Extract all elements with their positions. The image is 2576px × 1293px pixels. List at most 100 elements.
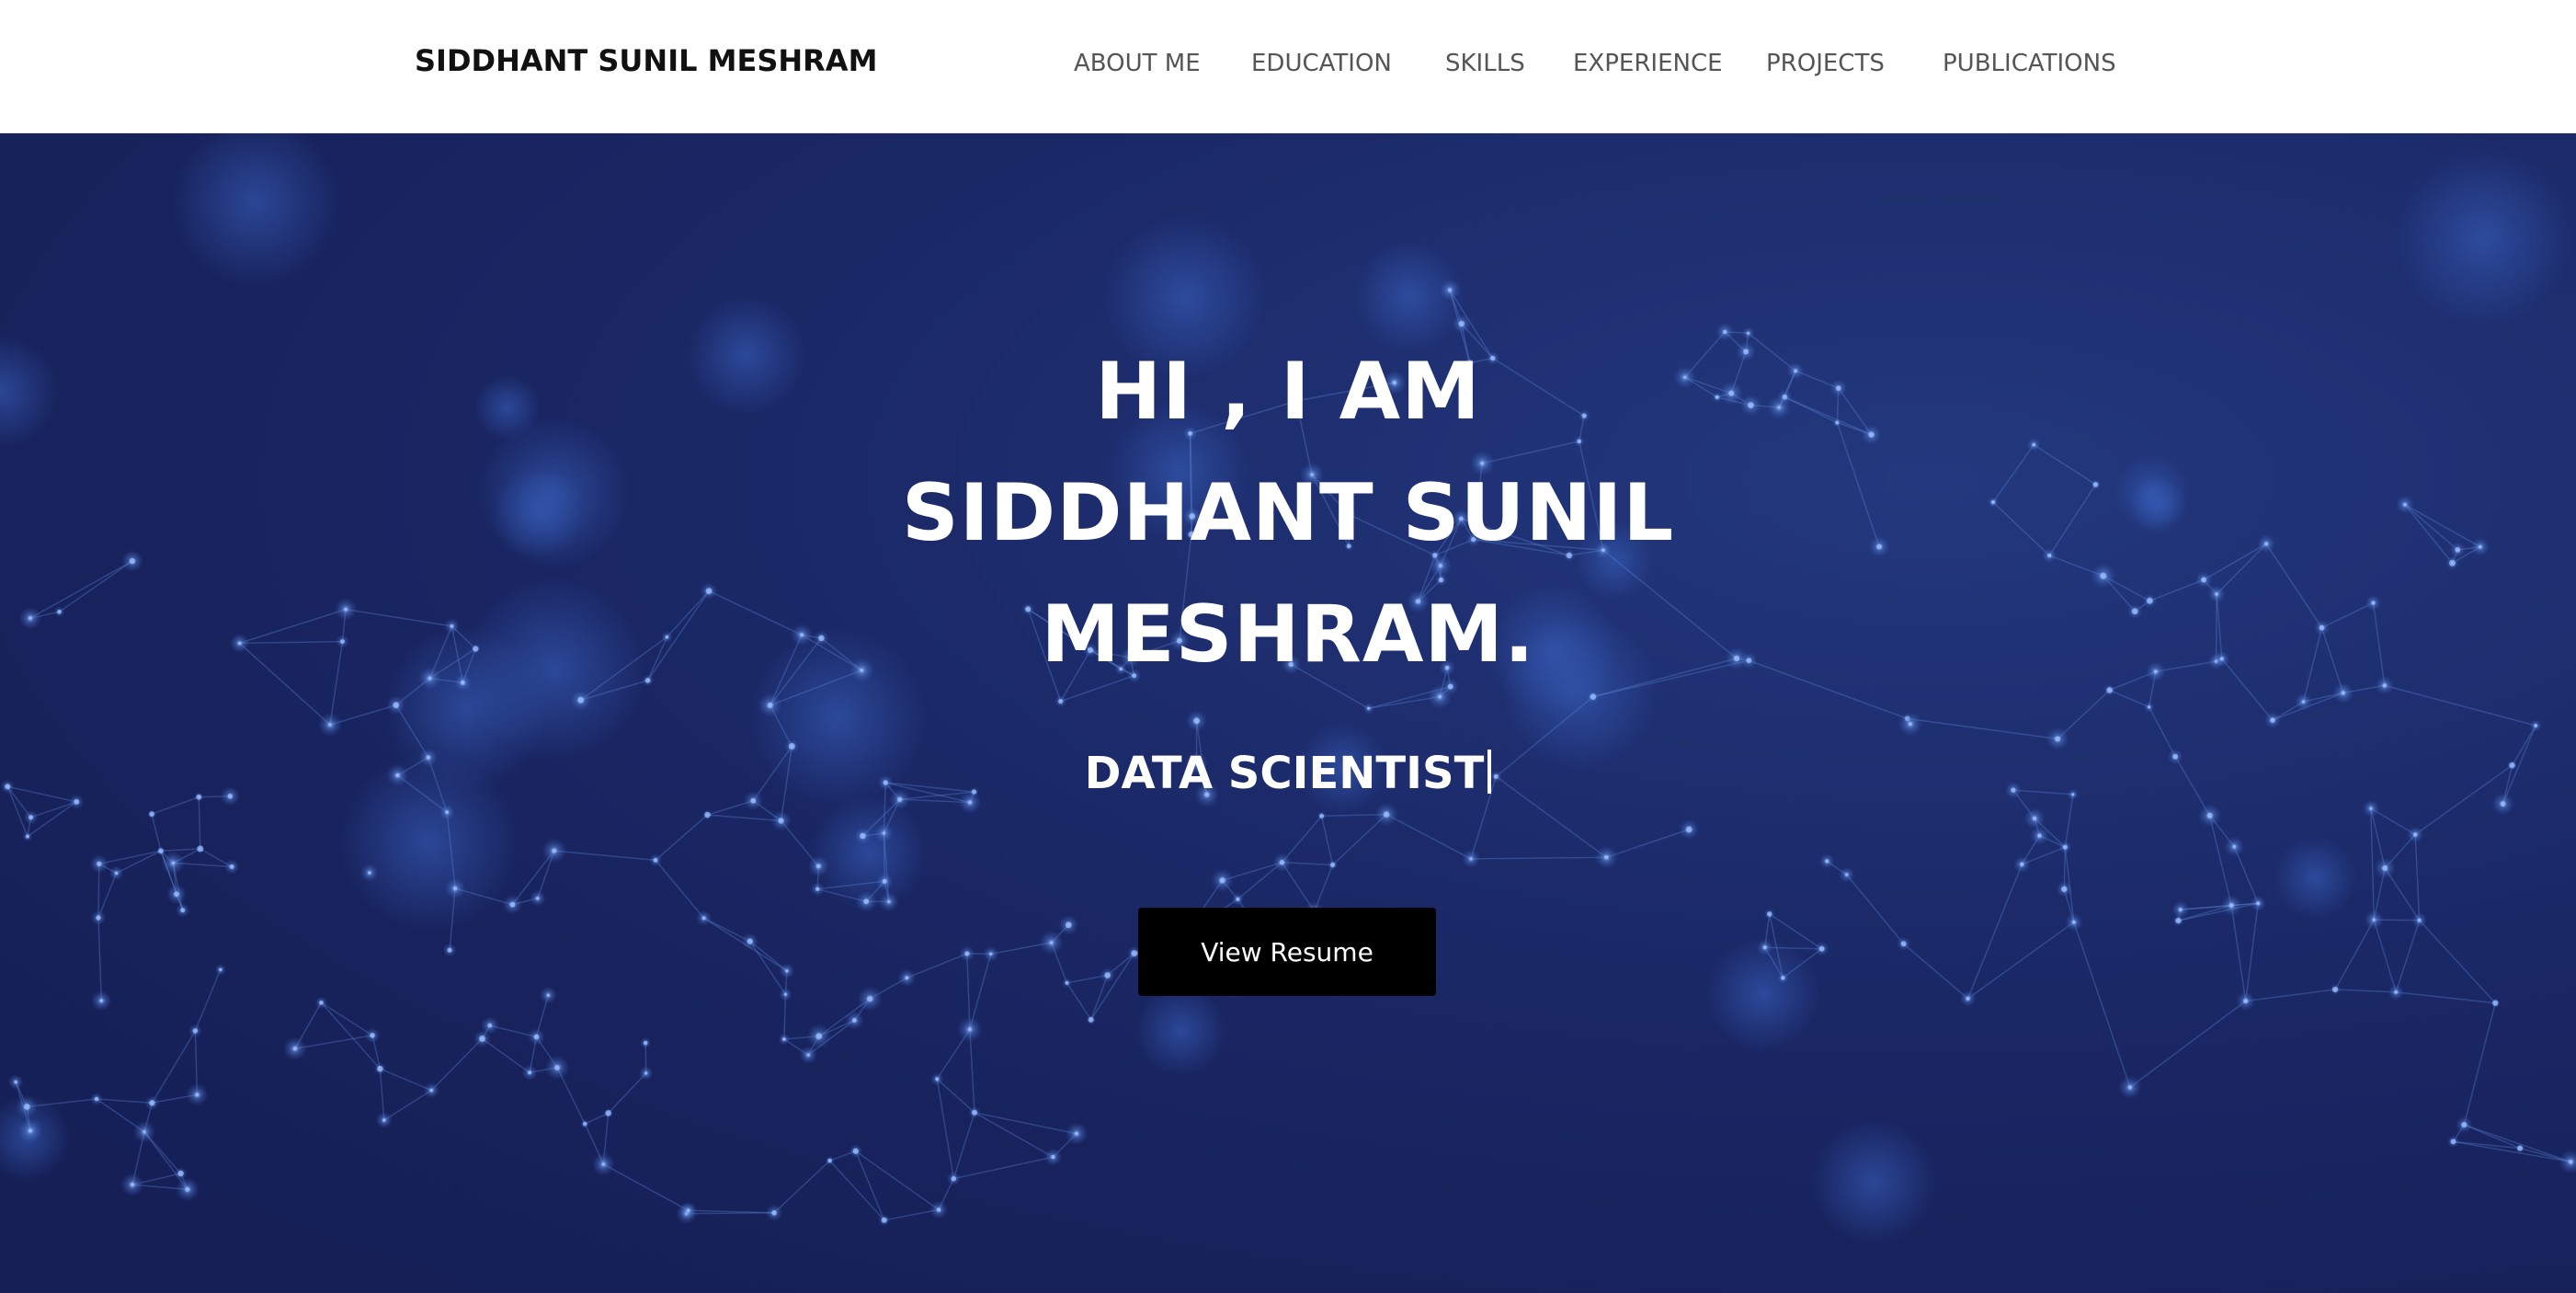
nav-item-projects[interactable]: PROJECTS bbox=[1766, 50, 1885, 77]
network-node-core bbox=[967, 800, 973, 805]
network-node-core bbox=[1319, 813, 1325, 818]
network-node-core bbox=[195, 1093, 199, 1097]
network-node-core bbox=[601, 1162, 606, 1166]
bokeh-light bbox=[1810, 1119, 1937, 1245]
network-link bbox=[936, 1079, 955, 1179]
network-link bbox=[2396, 991, 2496, 1004]
network-node-core bbox=[767, 703, 773, 708]
network-background-image bbox=[0, 133, 2576, 1245]
network-node-core bbox=[509, 901, 516, 908]
network-node-core bbox=[1329, 862, 1336, 868]
network-link bbox=[96, 1098, 153, 1104]
network-node-core bbox=[171, 861, 175, 865]
network-link bbox=[936, 1078, 975, 1114]
network-node-core bbox=[99, 999, 104, 1003]
network-link bbox=[2414, 834, 2421, 921]
network-node-core bbox=[1825, 859, 1829, 864]
network-node-core bbox=[180, 908, 186, 913]
network-link bbox=[2129, 1000, 2247, 1089]
network-link bbox=[2335, 989, 2397, 993]
network-link bbox=[1903, 943, 1969, 1000]
network-link bbox=[1470, 856, 1607, 860]
network-node-core bbox=[382, 1118, 386, 1122]
network-node-core bbox=[393, 702, 400, 709]
network-node-core bbox=[2372, 918, 2376, 921]
network-node-core bbox=[653, 857, 658, 863]
network-node-core bbox=[2569, 1160, 2573, 1164]
network-node-core bbox=[1193, 717, 1200, 725]
network-node-core bbox=[96, 915, 101, 921]
network-node-core bbox=[815, 864, 821, 869]
network-node-core bbox=[785, 969, 789, 973]
network-node bbox=[2559, 1150, 2576, 1174]
network-node-core bbox=[1685, 826, 1693, 833]
network-node-core bbox=[487, 1023, 493, 1028]
network-node-core bbox=[815, 887, 820, 891]
network-node-core bbox=[1604, 855, 1609, 860]
network-node-core bbox=[2228, 902, 2234, 909]
nav-item-experience[interactable]: EXPERIENCE bbox=[1573, 50, 1723, 77]
network-link bbox=[151, 795, 199, 815]
page: SIDDHANT SUNIL MESHRAM ABOUT ME EDUCATIO… bbox=[0, 0, 2576, 1293]
network-node-core bbox=[2301, 700, 2306, 704]
network-node-core bbox=[2382, 865, 2388, 871]
network-node-core bbox=[771, 1210, 777, 1216]
network-node-core bbox=[936, 1207, 941, 1212]
network-link bbox=[603, 1163, 689, 1211]
network-link bbox=[1320, 816, 1334, 865]
network-link bbox=[553, 850, 656, 862]
network-node-core bbox=[1469, 857, 1473, 861]
network-node-core bbox=[1383, 811, 1390, 818]
bokeh-light bbox=[2273, 836, 2357, 921]
network-link bbox=[2419, 920, 2496, 1004]
network-node-core bbox=[174, 891, 179, 898]
network-node-core bbox=[1818, 945, 1825, 952]
nav-item-education[interactable]: EDUCATION bbox=[1251, 50, 1392, 77]
network-link bbox=[829, 1160, 885, 1221]
network-node-core bbox=[130, 1182, 135, 1187]
hero-title: HI , I AM SIDDHANT SUNIL MESHRAM. bbox=[0, 331, 2576, 695]
network-node-core bbox=[1447, 288, 1453, 292]
network-link bbox=[1090, 953, 1135, 1021]
network-node-core bbox=[867, 995, 873, 1002]
nav-item-skills[interactable]: SKILLS bbox=[1445, 50, 1525, 77]
network-node-core bbox=[445, 810, 450, 815]
network-node-core bbox=[1065, 980, 1069, 985]
network-node-core bbox=[852, 1148, 859, 1154]
view-resume-button[interactable]: View Resume bbox=[1138, 908, 1436, 996]
network-node-core bbox=[704, 811, 711, 818]
network-node-core bbox=[1845, 873, 1849, 876]
nav-item-publications[interactable]: PUBLICATIONS bbox=[1943, 50, 2116, 77]
network-link bbox=[194, 969, 222, 1032]
network-node-core bbox=[2394, 990, 2399, 994]
network-node-core bbox=[2369, 807, 2373, 810]
network-link bbox=[783, 994, 787, 1040]
network-node-core bbox=[1058, 699, 1064, 704]
network-link bbox=[2370, 808, 2375, 921]
nav-item-about-me[interactable]: ABOUT ME bbox=[1074, 50, 1201, 77]
network-node-core bbox=[778, 818, 784, 824]
network-node-core bbox=[989, 952, 993, 955]
network-node-core bbox=[114, 871, 119, 875]
network-node-core bbox=[2450, 1139, 2456, 1145]
network-node-core bbox=[142, 1130, 146, 1134]
network-link bbox=[2464, 1124, 2571, 1163]
network-node-core bbox=[177, 1170, 184, 1177]
network-node-core bbox=[2492, 1000, 2499, 1006]
network-link bbox=[707, 814, 781, 822]
network-node-core bbox=[370, 1033, 375, 1038]
network-node-core bbox=[2071, 920, 2076, 924]
network-link bbox=[655, 859, 705, 919]
network-node-core bbox=[377, 1065, 383, 1072]
role-text: DATA SCIENTIST bbox=[1084, 748, 1485, 799]
network-node-core bbox=[967, 1027, 972, 1032]
network-link bbox=[906, 953, 968, 978]
network-link bbox=[2334, 919, 2375, 990]
network-node-core bbox=[149, 1100, 155, 1106]
network-node-core bbox=[1766, 911, 1772, 917]
network-node-core bbox=[23, 1104, 30, 1110]
network-node-core bbox=[781, 1037, 786, 1041]
network-node-core bbox=[28, 815, 34, 820]
network-link bbox=[151, 814, 162, 852]
network-node-core bbox=[806, 1053, 810, 1057]
